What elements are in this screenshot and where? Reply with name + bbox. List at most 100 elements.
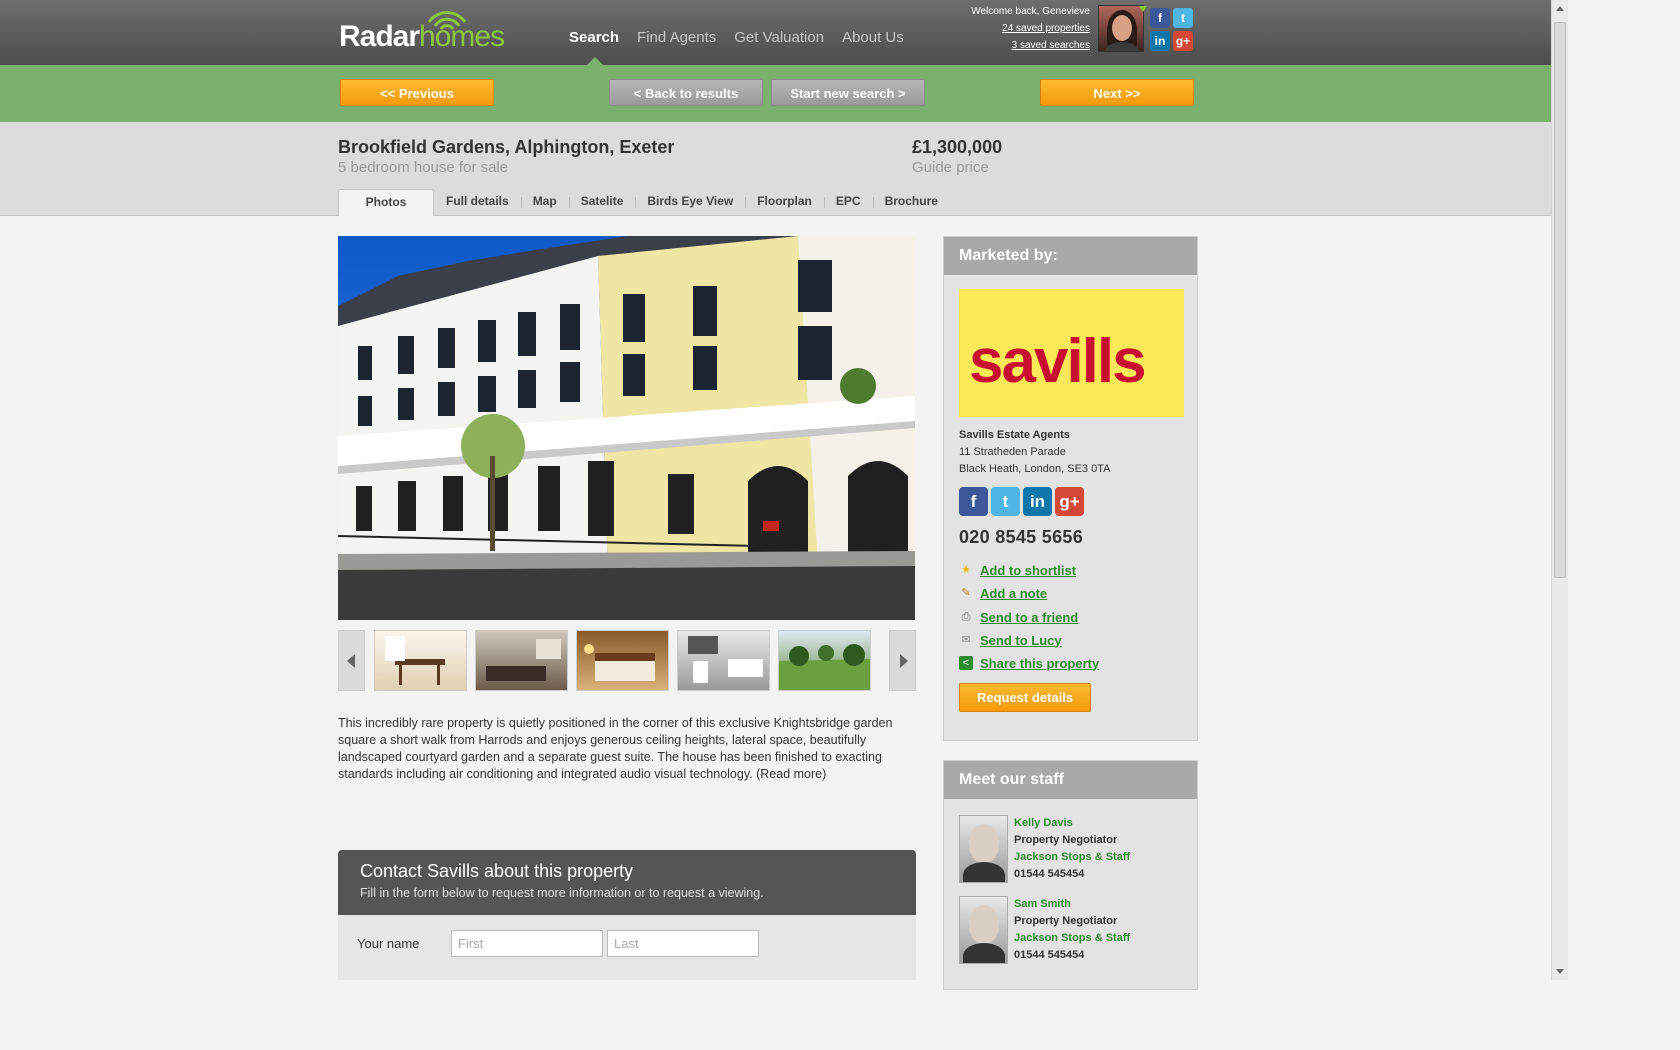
page-scrollbar[interactable] <box>1551 0 1568 980</box>
tab-epc[interactable]: EPC <box>823 189 873 216</box>
thumbnails-prev-button[interactable] <box>338 630 365 691</box>
welcome-text: Welcome back, Genevieve <box>971 6 1090 17</box>
printer-icon: ⎙ <box>961 611 971 623</box>
your-name-label: Your name <box>357 936 420 951</box>
envelope-icon: ✉ <box>961 634 971 646</box>
first-name-input[interactable] <box>451 930 603 957</box>
share-property-action[interactable]: < Share this property <box>959 653 1099 673</box>
agent-phone: 020 8545 5656 <box>959 527 1084 547</box>
tab-brochure[interactable]: Brochure <box>872 189 950 216</box>
chevron-right-icon <box>900 654 908 668</box>
staff-company[interactable]: Jackson Stops & Staff <box>1014 849 1130 866</box>
pencil-icon: ✎ <box>961 587 971 599</box>
send-to-friend-action[interactable]: ⎙ Send to a friend <box>959 607 1079 627</box>
scrollbar-thumb[interactable] <box>1554 22 1566 578</box>
start-new-search-button[interactable]: Start new search > <box>771 79 925 106</box>
staff-member: Kelly Davis Property Negotiator Jackson … <box>959 815 1189 885</box>
add-a-note-link[interactable]: Add a note <box>980 586 1047 601</box>
staff-member: Sam Smith Property Negotiator Jackson St… <box>959 896 1189 966</box>
facebook-icon[interactable]: f <box>1150 8 1170 28</box>
back-to-results-button[interactable]: < Back to results <box>609 79 763 106</box>
send-to-lucy-action[interactable]: ✉ Send to Lucy <box>959 630 1062 650</box>
staff-photo[interactable] <box>959 896 1008 964</box>
nav-get-valuation[interactable]: Get Valuation <box>734 29 824 46</box>
user-menu-dropdown-icon[interactable] <box>1139 6 1147 12</box>
house-photo-image <box>338 236 915 620</box>
savills-logo-text: savills <box>969 327 1147 396</box>
agent-address: Savills Estate Agents 11 Stratheden Para… <box>959 427 1110 478</box>
property-tabs: Photos Full details Map Satelite Birds E… <box>338 189 950 216</box>
tab-photos[interactable]: Photos <box>338 189 434 216</box>
staff-photo[interactable] <box>959 815 1008 883</box>
user-welcome: Welcome back, Genevieve 24 saved propert… <box>971 3 1090 54</box>
googleplus-icon[interactable]: g+ <box>1173 31 1193 51</box>
logo-text-radar: Radar <box>339 20 420 53</box>
thumbnail-bedroom[interactable] <box>576 630 669 691</box>
logo-text-homes: homes <box>419 20 505 53</box>
marketed-by-title: Marketed by: <box>944 237 1197 275</box>
scroll-down-arrow-icon[interactable] <box>1556 969 1564 974</box>
scroll-up-arrow-icon[interactable] <box>1556 6 1564 11</box>
staff-role: Property Negotiator <box>1014 915 1118 927</box>
tab-map[interactable]: Map <box>520 189 569 216</box>
add-a-note-action[interactable]: ✎ Add a note <box>959 583 1047 603</box>
main-nav: Search Find Agents Get Valuation About U… <box>569 29 904 46</box>
add-to-shortlist-action[interactable]: ★ Add to shortlist <box>959 560 1076 580</box>
meet-our-staff-title: Meet our staff <box>944 761 1197 799</box>
active-nav-indicator <box>587 57 603 65</box>
nav-search[interactable]: Search <box>569 29 619 46</box>
chevron-left-icon <box>347 654 355 668</box>
agent-address-line1: 11 Stratheden Parade <box>959 446 1066 458</box>
nav-about-us[interactable]: About Us <box>842 29 904 46</box>
savills-logo[interactable]: savills <box>959 289 1184 417</box>
add-to-shortlist-link[interactable]: Add to shortlist <box>980 563 1076 578</box>
contact-form-header: Contact Savills about this property Fill… <box>338 850 916 915</box>
nav-find-agents[interactable]: Find Agents <box>637 29 716 46</box>
thumbnail-garden[interactable] <box>778 630 871 691</box>
contact-form-title: Contact Savills about this property <box>360 861 634 881</box>
last-name-input[interactable] <box>607 930 759 957</box>
twitter-icon[interactable]: t <box>1173 8 1193 28</box>
agent-name: Savills Estate Agents <box>959 429 1070 441</box>
previous-button[interactable]: << Previous <box>340 79 494 106</box>
tab-full-details[interactable]: Full details <box>434 189 521 216</box>
meet-our-staff-panel: Meet our staff Kelly Davis Property Nego… <box>943 760 1198 990</box>
staff-role: Property Negotiator <box>1014 834 1118 846</box>
thumbnails-next-button[interactable] <box>889 630 916 691</box>
contact-form-subtitle: Fill in the form below to request more i… <box>360 886 764 900</box>
saved-properties-link[interactable]: 24 saved properties <box>1002 23 1090 34</box>
main-property-photo[interactable] <box>338 236 915 620</box>
staff-name[interactable]: Sam Smith <box>1014 896 1130 913</box>
user-avatar[interactable] <box>1098 5 1144 52</box>
logo-text: Radarhomes <box>339 20 505 54</box>
request-details-button[interactable]: Request details <box>959 683 1091 712</box>
staff-phone: 01544 545454 <box>1014 949 1085 961</box>
thumbnail-bathroom[interactable] <box>677 630 770 691</box>
marketed-by-panel: Marketed by: savills Savills Estate Agen… <box>943 236 1198 741</box>
star-icon: ★ <box>961 564 971 576</box>
property-price: £1,300,000 <box>912 137 1003 157</box>
tab-floorplan[interactable]: Floorplan <box>745 189 824 216</box>
staff-name[interactable]: Kelly Davis <box>1014 815 1130 832</box>
photo-thumbnail-strip <box>338 630 916 691</box>
next-button[interactable]: Next >> <box>1040 79 1194 106</box>
agent-googleplus-icon[interactable]: g+ <box>1055 487 1084 516</box>
agent-facebook-icon[interactable]: f <box>959 487 988 516</box>
results-navigation-bar: << Previous < Back to results Start new … <box>0 65 1551 122</box>
price-label: Guide price <box>912 159 989 176</box>
property-subtitle: 5 bedroom house for sale <box>338 159 509 176</box>
tab-satelite[interactable]: Satelite <box>568 189 636 216</box>
tab-birds-eye-view[interactable]: Birds Eye View <box>635 189 745 216</box>
agent-twitter-icon[interactable]: t <box>991 487 1020 516</box>
staff-company[interactable]: Jackson Stops & Staff <box>1014 930 1130 947</box>
share-property-link[interactable]: Share this property <box>980 656 1099 671</box>
property-title: Brookfield Gardens, Alphington, Exeter <box>338 137 675 157</box>
thumbnail-living-room[interactable] <box>475 630 568 691</box>
saved-searches-link[interactable]: 3 saved searches <box>1012 40 1090 51</box>
thumbnail-dining-room[interactable] <box>374 630 467 691</box>
send-to-friend-link[interactable]: Send to a friend <box>980 610 1078 625</box>
linkedin-icon[interactable]: in <box>1150 31 1170 51</box>
agent-linkedin-icon[interactable]: in <box>1023 487 1052 516</box>
property-description: This incredibly rare property is quietly… <box>338 716 893 781</box>
send-to-lucy-link[interactable]: Send to Lucy <box>980 633 1062 648</box>
